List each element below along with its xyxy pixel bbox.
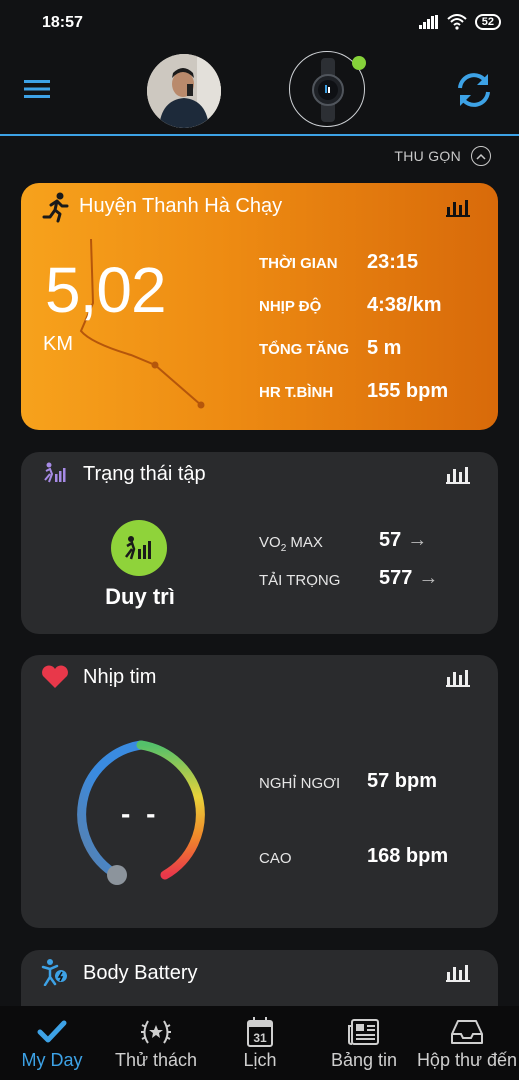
metric-value-pace: 4:38/km — [367, 294, 442, 316]
training-status-icon — [44, 462, 66, 483]
news-icon — [348, 1019, 379, 1045]
metric-value-avg-hr: 155 bpm — [367, 380, 449, 402]
chevron-up-icon — [471, 146, 491, 166]
battery-indicator: 52 — [474, 14, 501, 30]
body-battery-icon — [41, 959, 67, 986]
arrow-right-icon: → — [407, 529, 428, 551]
metric-value-time: 23:15 — [367, 251, 419, 273]
stats-icon[interactable] — [446, 962, 470, 982]
tab-label: Bảng tin — [330, 1050, 398, 1070]
status-time: 18:57 — [42, 14, 83, 31]
heart-icon — [42, 665, 68, 688]
resting-hr-label: NGHỈ NGƠI — [259, 775, 341, 792]
high-hr-value: 168 bpm — [367, 845, 449, 867]
vo2max-value[interactable]: 57 → — [379, 529, 427, 552]
collapse-label: THU GỌN — [394, 148, 461, 164]
bottom-tab-bar: My Day Thử thách 31 Lịch Bảng tin Hộp th… — [0, 1006, 519, 1080]
sync-icon[interactable] — [452, 68, 496, 112]
activity-card[interactable]: Huyện Thanh Hà Chạy 5,02 KM THỜI GIAN 23… — [21, 183, 498, 430]
tab-news-feed[interactable]: Bảng tin — [312, 1006, 416, 1080]
svg-text:31: 31 — [253, 1031, 267, 1045]
heart-rate-card[interactable]: Nhịp tim - - NGHỈ NGƠI 57 bpm CAO 168 bp… — [21, 655, 498, 928]
signal-icon — [418, 15, 438, 29]
current-heart-rate: - - — [121, 798, 160, 829]
tab-inbox[interactable]: Hộp thư đến — [415, 1006, 519, 1080]
heart-rate-title: Nhịp tim — [83, 666, 157, 688]
stats-icon[interactable] — [446, 197, 470, 217]
stats-icon[interactable] — [446, 464, 470, 484]
high-hr-label: CAO — [259, 850, 292, 867]
stats-icon[interactable] — [446, 667, 470, 687]
distance-value: 5,02 — [45, 254, 167, 326]
distance-unit: KM — [43, 333, 73, 355]
status-bar: 18:57 52 — [0, 0, 519, 48]
checkmark-icon — [37, 1020, 67, 1043]
connected-status-dot — [352, 56, 366, 70]
calendar-icon: 31 — [247, 1017, 273, 1047]
tab-my-day[interactable]: My Day — [0, 1006, 104, 1080]
metric-label-pace: NHỊP ĐỘ — [259, 298, 322, 315]
app-header — [0, 48, 519, 136]
collapse-toggle[interactable]: THU GỌN — [394, 146, 491, 166]
wifi-icon — [447, 14, 467, 30]
training-status-badge — [111, 520, 167, 576]
training-status-text: Duy trì — [105, 584, 175, 609]
training-status-card[interactable]: Trạng thái tập Duy trì VO2 MAX 57 → TẢI T… — [21, 452, 498, 634]
running-icon — [42, 192, 69, 223]
training-load-value[interactable]: 577 → — [379, 567, 438, 590]
resting-hr-value: 57 bpm — [367, 770, 438, 792]
watch-device-button[interactable] — [289, 51, 366, 127]
metric-label-avg-hr: HR T.BÌNH — [259, 384, 334, 401]
laurel-icon — [141, 1020, 171, 1044]
arrow-right-icon: → — [418, 567, 439, 589]
metric-label-time: THỜI GIAN — [259, 255, 338, 272]
profile-avatar[interactable] — [147, 54, 221, 128]
tab-label: My Day — [21, 1050, 83, 1070]
menu-icon[interactable] — [24, 78, 50, 100]
activity-title: Huyện Thanh Hà Chạy — [79, 195, 283, 217]
tab-calendar[interactable]: 31 Lịch — [208, 1006, 312, 1080]
tab-challenges[interactable]: Thử thách — [104, 1006, 208, 1080]
training-title: Trạng thái tập — [83, 463, 206, 485]
tab-label: Hộp thư đến — [416, 1050, 518, 1070]
inbox-icon — [451, 1020, 483, 1044]
vo2max-label: VO2 MAX — [259, 534, 323, 554]
body-battery-title: Body Battery — [83, 962, 198, 984]
tab-label: Thử thách — [114, 1050, 198, 1070]
training-load-label: TẢI TRỌNG — [259, 572, 341, 589]
tab-label: Lịch — [243, 1050, 277, 1070]
metric-value-ascent: 5 m — [367, 337, 402, 359]
metric-label-ascent: TỔNG TĂNG — [259, 341, 349, 358]
maintaining-icon — [125, 536, 151, 560]
